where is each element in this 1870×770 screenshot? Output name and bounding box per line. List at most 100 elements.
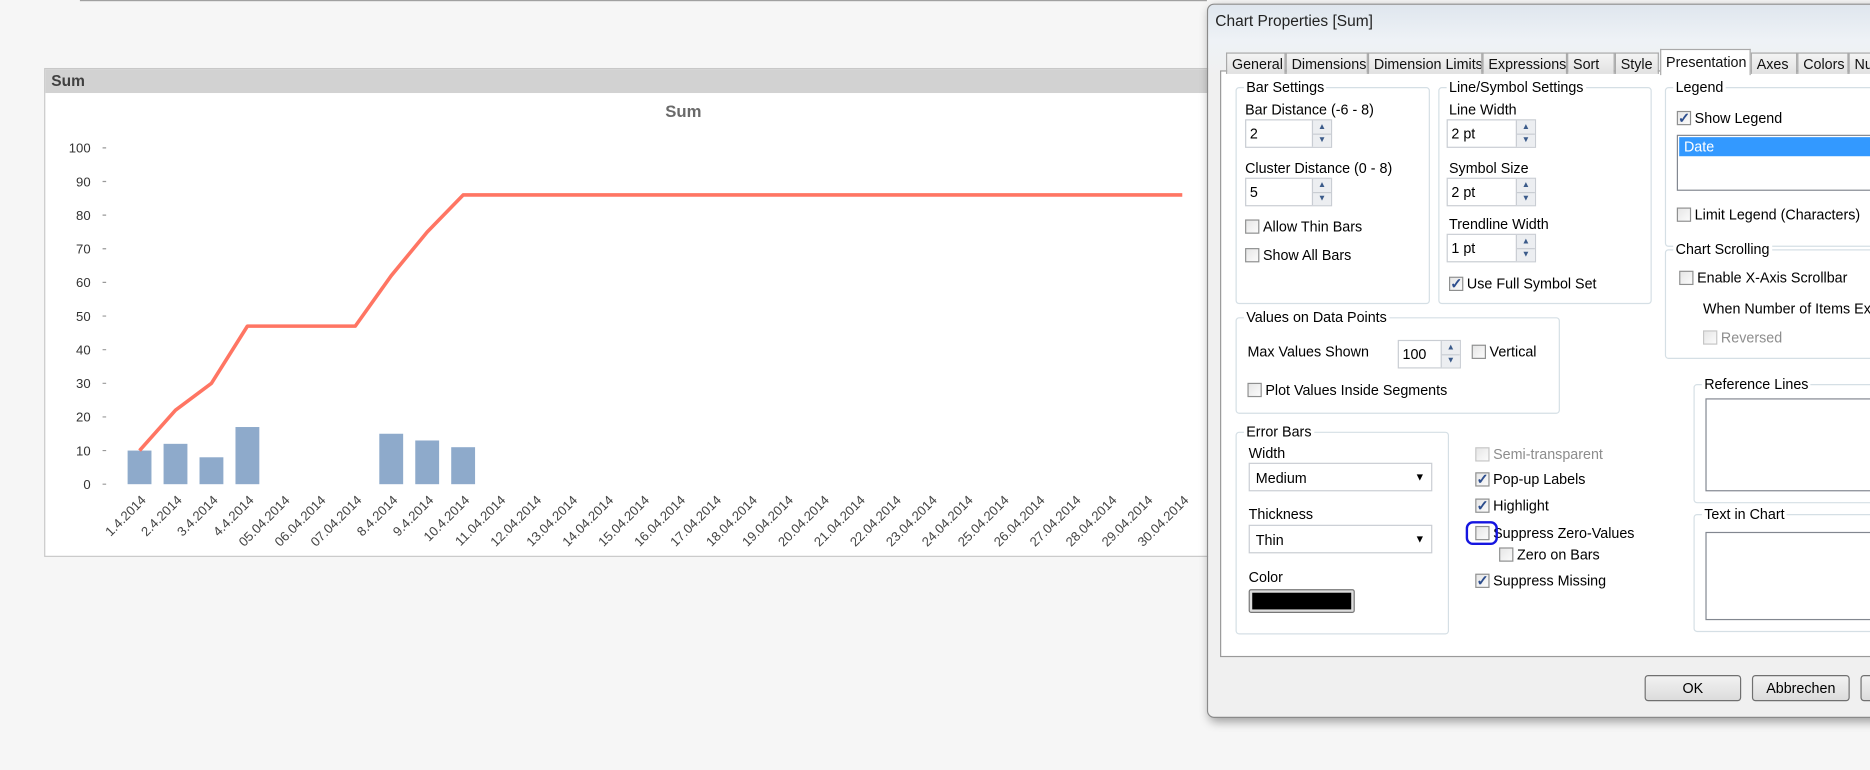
checkbox-checked-icon[interactable]: ✓ <box>1475 573 1490 588</box>
zero-on-bars-label: Zero on Bars <box>1516 546 1600 563</box>
plot-inside-segments-checkbox[interactable]: Plot Values Inside Segments <box>1247 382 1447 398</box>
limit-legend-checkbox[interactable]: Limit Legend (Characters) <box>1676 206 1860 223</box>
cluster-distance-spinner[interactable]: 5 ▲ ▼ <box>1245 177 1333 207</box>
annotation-circle <box>1465 521 1498 546</box>
trendline-width-value[interactable]: 1 pt <box>1451 240 1475 257</box>
color-swatch <box>1252 592 1352 610</box>
y-tick-label: 0 <box>83 477 90 492</box>
color-label: Color <box>1248 568 1283 586</box>
bar-9.4.2014 <box>415 440 440 485</box>
suppress-missing-label: Suppress Missing <box>1493 572 1607 590</box>
cluster-distance-label: Cluster Distance (0 - 8) <box>1245 159 1393 177</box>
enable-x-scrollbar-checkbox[interactable]: Enable X-Axis Scrollbar <box>1679 269 1848 287</box>
max-values-value[interactable]: 100 <box>1402 346 1426 363</box>
line-symbol-legend: Line/Symbol Settings <box>1446 78 1586 96</box>
bar-2.4.2014 <box>163 443 188 485</box>
thickness-select[interactable]: Thin ▼ <box>1248 524 1433 554</box>
tab-presentation[interactable]: Presentation <box>1660 48 1751 76</box>
y-tick-label: 20 <box>76 410 91 425</box>
error-width-value: Medium <box>1255 469 1307 487</box>
y-tick-label: 90 <box>76 174 91 189</box>
cluster-distance-value[interactable]: 5 <box>1250 184 1258 201</box>
checkbox-checked-icon[interactable]: ✓ <box>1475 498 1490 513</box>
allow-thin-bars-checkbox[interactable]: Allow Thin Bars <box>1245 218 1362 235</box>
use-full-symbol-set-checkbox[interactable]: ✓ Use Full Symbol Set <box>1449 275 1597 292</box>
tab-style[interactable]: Style <box>1614 52 1659 74</box>
max-values-spinner[interactable]: 100 ▲ ▼ <box>1397 339 1461 369</box>
highlight-checkbox[interactable]: ✓ Highlight <box>1475 497 1549 514</box>
suppress-zero-values-label: Suppress Zero-Values <box>1493 524 1635 542</box>
tab-dimension-limits[interactable]: Dimension Limits <box>1367 52 1483 74</box>
checkbox-unchecked-icon[interactable] <box>1475 447 1490 462</box>
bar-1.4.2014 <box>127 450 152 485</box>
bar-8.4.2014 <box>379 433 404 485</box>
bar-10.4.2014 <box>451 447 476 485</box>
checkbox-unchecked-icon[interactable] <box>1679 270 1694 286</box>
bar-3.4.2014 <box>199 457 224 485</box>
checkbox-unchecked-icon[interactable] <box>1245 219 1260 234</box>
suppress-zero-values-checkbox[interactable]: Suppress Zero-Values <box>1475 524 1635 542</box>
checkbox-unchecked-icon[interactable] <box>1499 547 1514 562</box>
vertical-checkbox[interactable]: Vertical <box>1471 343 1536 360</box>
ok-button[interactable]: OK <box>1644 675 1742 702</box>
reversed-checkbox[interactable]: Reversed <box>1703 329 1782 346</box>
top-divider <box>79 0 1207 2</box>
legend-listbox[interactable]: Date <box>1676 134 1870 191</box>
text-in-chart-list[interactable] <box>1705 531 1870 621</box>
y-tick-label: 50 <box>76 309 91 324</box>
error-color-button[interactable] <box>1248 589 1355 613</box>
checkbox-unchecked-icon[interactable] <box>1703 330 1718 345</box>
checkbox-unchecked-icon[interactable] <box>1676 207 1692 222</box>
values-on-data-points-legend: Values on Data Points <box>1243 308 1390 326</box>
checkbox-checked-icon[interactable]: ✓ <box>1475 472 1490 487</box>
legend-item-date[interactable]: Date <box>1679 137 1870 157</box>
checkbox-unchecked-icon[interactable] <box>1247 382 1262 398</box>
spin-down-icon[interactable]: ▼ <box>1517 248 1535 261</box>
enable-x-scrollbar-label: Enable X-Axis Scrollbar <box>1697 269 1848 287</box>
tab-general[interactable]: General <box>1225 52 1286 74</box>
semi-transparent-checkbox[interactable]: Semi-transparent <box>1475 446 1603 463</box>
dropdown-arrow-icon[interactable]: ▼ <box>1415 533 1426 545</box>
bar-distance-spinner[interactable]: 2 ▲ ▼ <box>1245 119 1333 148</box>
apply-button[interactable] <box>1860 675 1870 702</box>
spin-down-icon[interactable]: ▼ <box>1313 192 1331 205</box>
spin-down-icon[interactable]: ▼ <box>1313 134 1331 147</box>
chart-svg: Sum 01020304050607080901001.4.20142.4.20… <box>69 102 1192 550</box>
bar-distance-value[interactable]: 2 <box>1250 125 1258 142</box>
checkbox-checked-icon[interactable]: ✓ <box>1676 110 1692 126</box>
popup-labels-checkbox[interactable]: ✓ Pop-up Labels <box>1475 471 1585 488</box>
trendline-width-spinner[interactable]: 1 pt ▲ ▼ <box>1446 233 1537 263</box>
tab-dimensions[interactable]: Dimensions <box>1285 52 1368 74</box>
chart-panel[interactable]: Sum Sum 0 10 20 30 40 50 60 70 80 90 100 1.4.2014 2.… <box>44 67 1213 557</box>
tab-colors[interactable]: Colors <box>1797 52 1849 74</box>
show-legend-checkbox[interactable]: ✓ Show Legend <box>1676 110 1782 126</box>
popup-labels-label: Pop-up Labels <box>1493 471 1586 488</box>
line-width-spinner[interactable]: 2 pt ▲ ▼ <box>1446 119 1537 148</box>
tab-numbers[interactable]: Nu <box>1848 52 1870 74</box>
use-full-symbol-set-label: Use Full Symbol Set <box>1466 275 1597 293</box>
symbol-size-label: Symbol Size <box>1449 159 1529 177</box>
tab-expressions[interactable]: Expressions <box>1482 52 1568 74</box>
reference-lines-list[interactable] <box>1705 398 1870 492</box>
error-bars-legend: Error Bars <box>1243 423 1314 441</box>
symbol-size-spinner[interactable]: 2 pt ▲ ▼ <box>1446 177 1537 207</box>
thickness-label: Thickness <box>1248 505 1314 523</box>
spin-down-icon[interactable]: ▼ <box>1517 192 1535 205</box>
checkbox-unchecked-icon[interactable] <box>1245 248 1260 263</box>
cancel-button[interactable]: Abbrechen <box>1751 675 1850 702</box>
zero-on-bars-checkbox[interactable]: Zero on Bars <box>1499 546 1600 563</box>
checkbox-checked-icon[interactable]: ✓ <box>1449 276 1464 291</box>
line-width-value[interactable]: 2 pt <box>1451 125 1475 142</box>
spin-down-icon[interactable]: ▼ <box>1517 134 1535 147</box>
error-width-select[interactable]: Medium ▼ <box>1248 462 1433 492</box>
symbol-size-value[interactable]: 2 pt <box>1451 184 1475 201</box>
text-in-chart-legend: Text in Chart <box>1701 505 1787 523</box>
tab-axes[interactable]: Axes <box>1750 52 1798 74</box>
reference-lines-legend: Reference Lines <box>1701 375 1811 393</box>
dropdown-arrow-icon[interactable]: ▼ <box>1415 471 1426 483</box>
checkbox-unchecked-icon[interactable] <box>1471 344 1486 359</box>
tab-sort[interactable]: Sort <box>1567 52 1615 74</box>
show-all-bars-checkbox[interactable]: Show All Bars <box>1245 247 1351 264</box>
spin-down-icon[interactable]: ▼ <box>1442 354 1460 367</box>
suppress-missing-checkbox[interactable]: ✓ Suppress Missing <box>1475 572 1606 589</box>
